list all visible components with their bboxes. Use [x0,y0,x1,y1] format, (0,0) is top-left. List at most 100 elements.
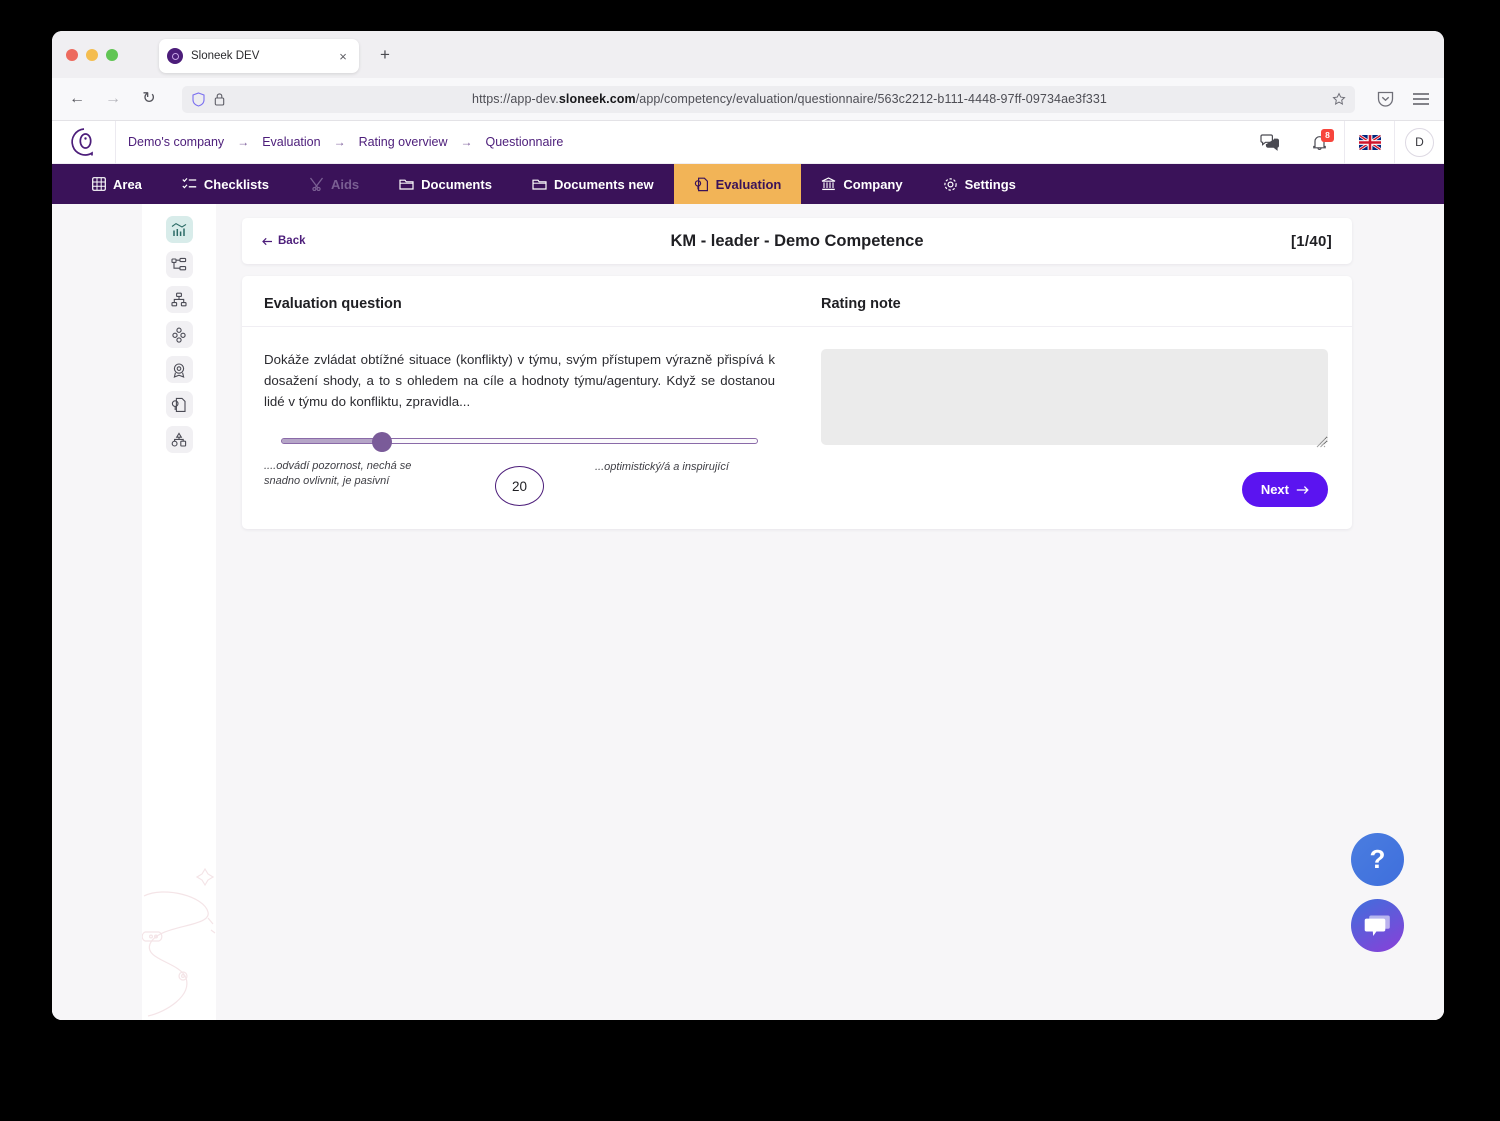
people-group-icon [172,327,186,343]
hierarchy-icon [171,431,187,447]
sidebar-item-target-badge[interactable] [165,356,193,383]
slider-value: 20 [495,466,544,506]
slider-thumb[interactable] [372,432,393,452]
back-button[interactable]: ← [66,91,88,107]
reload-button[interactable]: ↻ [138,91,160,107]
nav-label: Company [843,176,903,192]
url-text: https://app-dev.sloneek.com/app/competen… [472,92,1107,106]
rating-slider[interactable] [264,432,775,452]
nav-label: Evaluation [715,176,782,192]
lock-icon [214,93,225,106]
language-switcher[interactable] [1344,120,1394,164]
address-bar[interactable]: https://app-dev.sloneek.com/app/competen… [182,85,1355,113]
maximize-window-button[interactable] [106,49,118,61]
page-title: KM - leader - Demo Competence [670,231,924,250]
footer-actions: Next [797,450,1352,507]
nav-item-checklists[interactable]: Checklists [162,164,289,204]
minimize-window-button[interactable] [86,49,98,61]
slider-labels: ....odvádí pozornost, nechá se snadno ov… [264,459,775,506]
arrow-right-icon [1296,485,1309,494]
app-header: Demo's company → Evaluation → Rating ove… [52,120,1444,164]
back-label: Back [278,235,306,247]
app-body: Back KM - leader - Demo Competence [1/40… [52,204,1444,1020]
sidebar-item-hierarchy[interactable] [165,426,193,453]
rating-note-input[interactable] [821,349,1328,445]
nav-label: Aids [330,176,360,192]
notifications-button[interactable]: 8 [1294,121,1344,164]
user-menu[interactable]: D [1394,120,1444,164]
chevron-right-icon: → [460,135,473,149]
back-button[interactable]: Back [262,235,306,247]
sidebar-item-people-group[interactable] [165,321,193,348]
nav-label: Documents [421,176,492,192]
sidebar-item-org-chart[interactable] [165,286,193,313]
sloneek-logo-icon [167,48,183,64]
sidebar-item-document-search[interactable] [165,391,193,418]
sloneek-logo[interactable] [52,121,115,164]
chat-fab[interactable] [1351,899,1404,952]
checklist-icon [182,177,197,191]
nav-item-settings[interactable]: Settings [923,164,1036,204]
question-columns: Evaluation question Dokáže zvládat obtíž… [242,276,1352,507]
gear-icon [943,177,958,192]
nav-item-documents-new[interactable]: Documents new [512,164,674,204]
folder-icon [532,177,547,191]
secondary-sidebar [142,204,216,1020]
sloneek-logo-icon [70,128,93,156]
question-card: Evaluation question Dokáže zvládat obtíž… [242,276,1352,529]
slider-label-high: ...optimistický/á a inspirující [595,461,729,473]
pocket-icon[interactable] [1377,90,1394,108]
evaluation-icon [694,177,709,192]
shield-icon [192,91,205,107]
help-fab[interactable]: ? [1351,833,1404,886]
nav-item-aids[interactable]: Aids [289,164,379,204]
nav-item-company[interactable]: Company [801,164,922,204]
nav-item-documents[interactable]: Documents [379,164,512,204]
breadcrumb-item-rating-overview[interactable]: Rating overview [359,135,448,149]
nav-label: Checklists [203,176,269,192]
new-tab-button[interactable]: + [380,46,390,63]
sidebar-item-tree-structure[interactable] [165,251,193,278]
breadcrumb: Demo's company → Evaluation → Rating ove… [115,120,1244,164]
chat-button[interactable] [1244,121,1294,164]
notification-badge: 8 [1321,128,1334,142]
window-traffic-lights[interactable] [66,49,118,61]
browser-toolbar: ← → ↻ https://app-dev.sloneek.com/app/co… [52,78,1444,121]
bookmark-star-icon[interactable] [1332,91,1346,106]
toolbar-right-icons [1377,90,1430,108]
close-icon[interactable]: × [335,50,351,63]
close-window-button[interactable] [66,49,78,61]
grid-icon [92,177,106,191]
next-button[interactable]: Next [1241,472,1328,507]
forward-button[interactable]: → [102,91,124,107]
main-navigation: Area Checklists Aids Documents Documents… [52,164,1444,204]
nav-item-evaluation[interactable]: Evaluation [673,164,802,204]
target-badge-icon [173,362,185,378]
question-column: Evaluation question Dokáže zvládat obtíž… [242,276,797,507]
header-actions: 8 D [1244,120,1444,164]
slider-label-low: ....odvádí pozornost, nechá se snadno ov… [264,460,412,487]
slider-fill [282,439,382,443]
page-header-card: Back KM - leader - Demo Competence [1/40… [242,218,1352,264]
breadcrumb-item-company[interactable]: Demo's company [119,135,224,149]
breadcrumb-item-evaluation[interactable]: Evaluation [262,135,320,149]
bar-chart-icon [171,222,187,236]
chevron-right-icon: → [333,135,346,149]
document-search-icon [171,397,186,412]
rating-slider-wrap: ....odvádí pozornost, nechá se snadno ov… [242,412,797,506]
page-header: Back KM - leader - Demo Competence [1/40… [242,218,1352,264]
main-content: Back KM - leader - Demo Competence [1/40… [216,204,1444,1020]
browser-tab[interactable]: Sloneek DEV × [159,39,359,73]
question-heading: Evaluation question [264,296,402,312]
sidebar-item-bar-chart[interactable] [165,216,193,243]
nav-label: Documents new [553,176,654,192]
uk-flag-icon [1358,134,1381,150]
folder-icon [399,177,414,191]
arrow-left-icon [262,237,272,245]
browser-tabstrip: Sloneek DEV × + [52,31,1444,78]
slider-track[interactable] [281,438,758,444]
nav-item-area[interactable]: Area [72,164,162,204]
note-field-wrap [797,327,1352,450]
breadcrumb-item-questionnaire[interactable]: Questionnaire [486,135,564,149]
menu-icon[interactable] [1412,92,1430,106]
